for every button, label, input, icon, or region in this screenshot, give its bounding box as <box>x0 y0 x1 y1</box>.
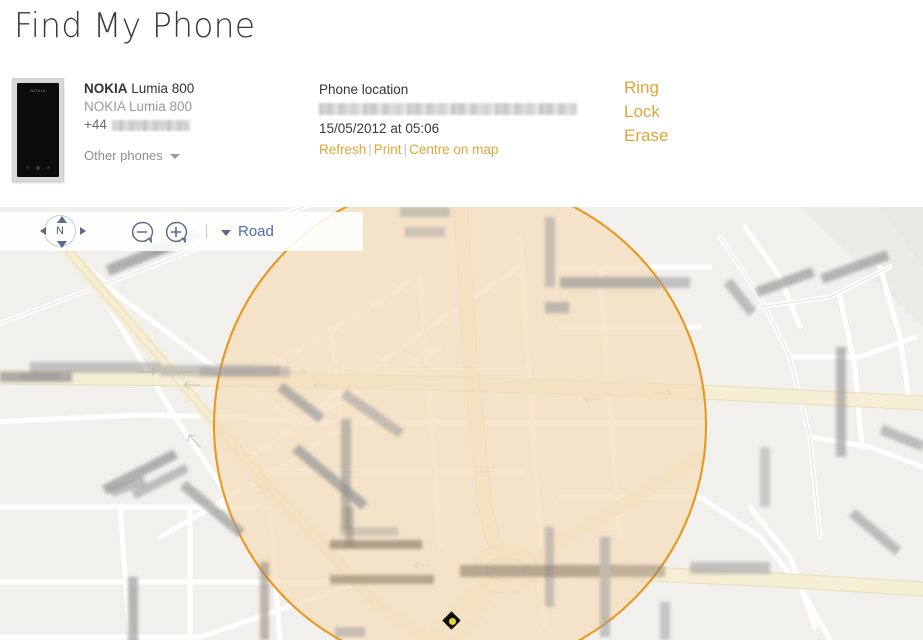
zoom-out-icon[interactable] <box>130 220 154 244</box>
map-tiles <box>0 207 923 640</box>
compass-rose-icon[interactable]: N <box>40 214 86 249</box>
search-key-icon <box>47 166 51 169</box>
location-timestamp: 15/05/2012 at 05:06 <box>319 121 440 136</box>
marker-dot <box>448 617 456 625</box>
compass-north-label: N <box>56 224 64 237</box>
phone-address-redacted <box>319 103 577 115</box>
pan-east-arrow-icon[interactable] <box>80 226 86 235</box>
centre-on-map-link[interactable]: Centre on map <box>409 142 498 157</box>
device-info-strip: NOKIA NOKIA Lumia 800 NOKIA Lumia 800 +4… <box>0 72 923 200</box>
phone-number-redacted <box>111 119 190 131</box>
device-phone-number: +44 <box>84 116 299 134</box>
zoom-in-icon[interactable] <box>164 220 188 244</box>
device-name: NOKIA Lumia 800 <box>84 80 299 98</box>
device-name-model: Lumia 800 <box>127 81 195 96</box>
map-style-dropdown[interactable]: Road <box>221 223 274 240</box>
chevron-down-icon <box>221 229 231 236</box>
ring-action[interactable]: Ring <box>624 76 668 100</box>
refresh-link[interactable]: Refresh <box>319 142 366 157</box>
remote-actions: Ring Lock Erase <box>624 76 668 148</box>
phone-brand-label: NOKIA <box>30 88 46 93</box>
device-details: NOKIA Lumia 800 NOKIA Lumia 800 +44 Othe… <box>84 80 299 165</box>
lock-action[interactable]: Lock <box>624 100 668 124</box>
map-control-bar: N Road <box>0 212 363 251</box>
erase-action[interactable]: Erase <box>624 124 668 148</box>
back-key-icon <box>25 166 29 169</box>
phone-country-prefix: +44 <box>84 117 107 132</box>
map-viewport[interactable]: N Road <box>0 207 923 640</box>
phone-thumbnail: NOKIA <box>12 78 64 182</box>
link-separator-1: | <box>368 142 372 157</box>
phone-location-heading: Phone location <box>319 82 409 97</box>
phone-location-marker-icon[interactable] <box>442 611 461 630</box>
home-key-icon <box>35 166 40 170</box>
phone-location-panel: Phone location 15/05/2012 at 05:06 Refre… <box>319 80 609 160</box>
chevron-down-icon <box>169 154 180 159</box>
map-style-label: Road <box>238 223 274 240</box>
page-title: Find My Phone <box>14 6 256 46</box>
link-separator-2: | <box>403 142 408 157</box>
print-link[interactable]: Print <box>374 142 402 157</box>
device-alias: NOKIA Lumia 800 <box>84 99 193 114</box>
control-divider <box>206 224 207 239</box>
other-phones-dropdown[interactable]: Other phones <box>84 148 180 163</box>
phone-screen: NOKIA <box>17 83 59 177</box>
other-phones-label: Other phones <box>84 148 163 163</box>
device-name-brand: NOKIA <box>84 81 128 96</box>
phone-capacitive-keys <box>17 166 59 170</box>
location-actions: Refresh | Print | Centre on map <box>319 139 609 160</box>
